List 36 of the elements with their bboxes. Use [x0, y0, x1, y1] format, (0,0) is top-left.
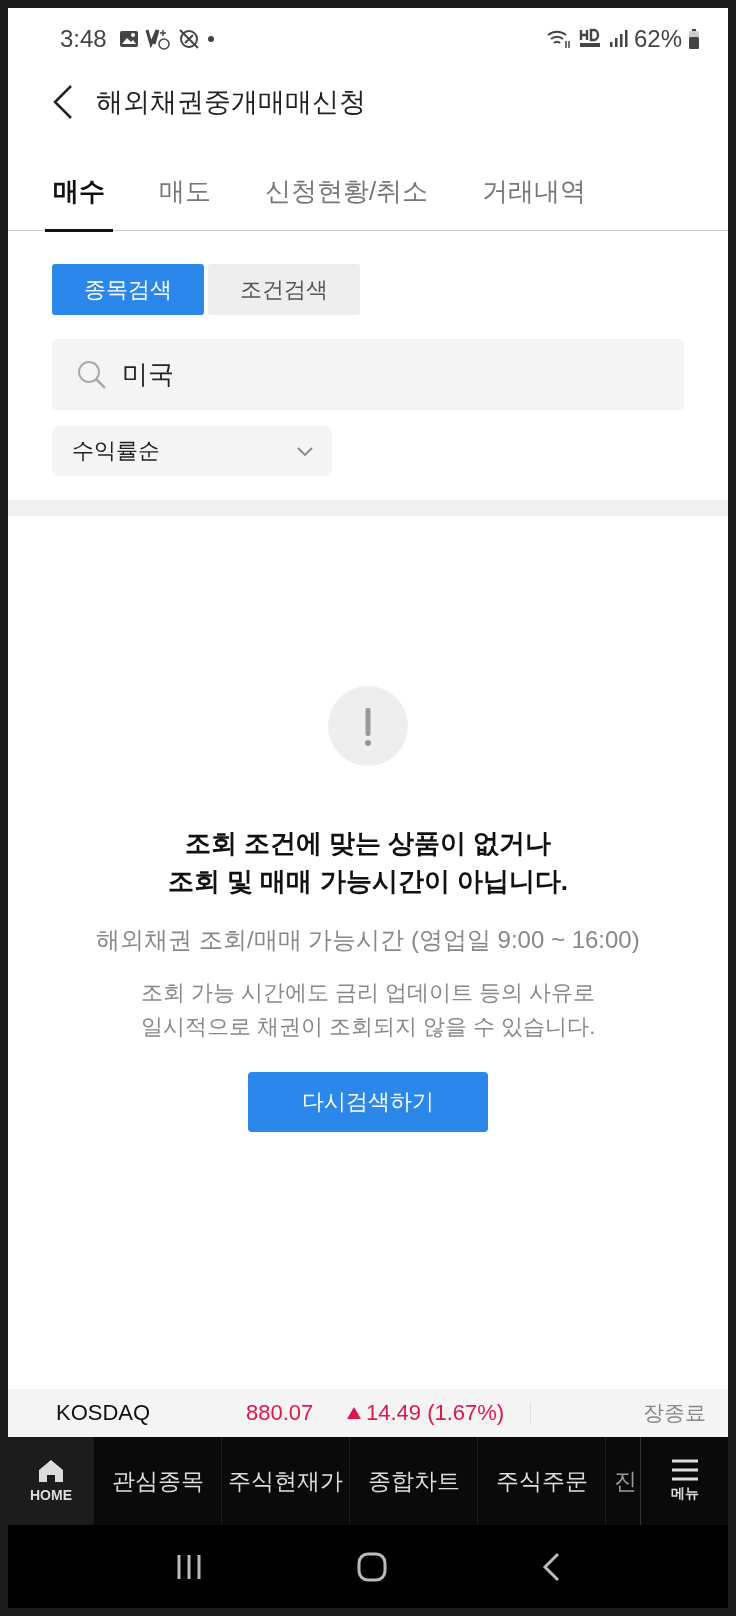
- menu-icon: [670, 1459, 699, 1481]
- market-status: 장종료: [643, 1400, 706, 1426]
- search-field[interactable]: 미국: [52, 339, 684, 410]
- back-icon[interactable]: [541, 1551, 561, 1582]
- notification-dot-icon: [206, 35, 215, 43]
- page-title: 해외채권중개매매신청: [96, 86, 366, 119]
- recent-apps-icon[interactable]: [175, 1552, 203, 1581]
- index-change: 14.49 (1.67%): [366, 1400, 505, 1426]
- status-time: 3:48: [60, 25, 107, 53]
- battery-icon: [688, 28, 700, 50]
- battery-percent: 62%: [633, 25, 682, 53]
- note-text: 조회 가능 시간에도 금리 업데이트 등의 사유로 일시적으로 채권이 조회되지 않을 수 있습니다.: [140, 979, 596, 1041]
- hours-text: 해외채권 조회/매매 가능시간 (영업일 9:00 ~ 16:00): [96, 925, 640, 955]
- sync-off-icon: [176, 27, 201, 51]
- search-mode-tab[interactable]: 종목검색: [52, 264, 204, 315]
- index-price: 880.07: [246, 1400, 315, 1426]
- search-again-button[interactable]: 다시검색하기: [248, 1072, 488, 1132]
- wifi-icon: [545, 28, 572, 50]
- volte-icon: [144, 27, 171, 51]
- home-button[interactable]: HOME: [8, 1437, 94, 1525]
- tab[interactable]: 거래내역: [474, 134, 595, 232]
- image-icon: [118, 29, 139, 49]
- chevron-down-icon: [296, 445, 314, 457]
- index-name: KOSDAQ: [56, 1400, 152, 1426]
- search-icon: [76, 359, 108, 391]
- empty-message: 조회 조건에 맞는 상품이 없거나 조회 및 매매 가능시간이 아닙니다.: [167, 827, 569, 898]
- tab[interactable]: 매도: [151, 134, 219, 232]
- hd-voice-icon: [577, 28, 602, 50]
- back-icon[interactable]: [52, 84, 74, 120]
- home-icon: [38, 1459, 64, 1483]
- tab[interactable]: 신청현황/취소: [257, 134, 437, 232]
- sort-dropdown[interactable]: 수익률순: [52, 426, 332, 476]
- tab[interactable]: 매수: [45, 134, 113, 232]
- search-mode-tab[interactable]: 조건검색: [208, 264, 360, 315]
- exclamation-icon: [328, 686, 408, 766]
- signal-icon: [607, 29, 628, 49]
